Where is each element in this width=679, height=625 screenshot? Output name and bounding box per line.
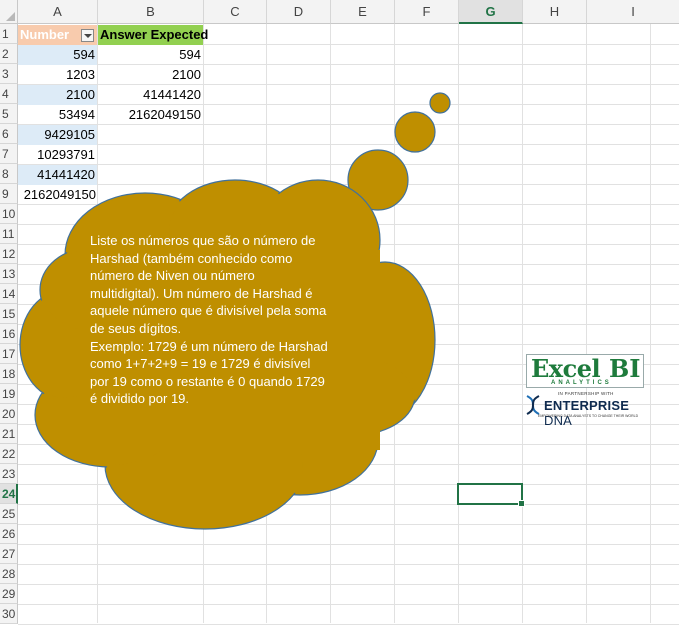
callout-line: Exemplo: 1729 é um número de Harshad <box>90 338 328 354</box>
logo-excel-text: Excel <box>531 354 601 383</box>
callout-line: número de Niven ou número <box>90 268 255 284</box>
callout-line: Harshad (também conhecido como <box>90 250 293 266</box>
callout-line: de seus dígitos. <box>90 320 182 336</box>
callout-line: por 19 como o restante é 0 quando 1729 <box>90 373 325 389</box>
logo-bi-text: BI <box>609 354 641 383</box>
dna-helix-icon <box>526 395 540 415</box>
excelbi-logo-box: Excel BI ANALYTICS <box>526 354 644 388</box>
excelbi-enterprise-dna-logo: Excel BI ANALYTICS IN PARTNERSHIP WITH E… <box>522 354 650 428</box>
callout-line: aquele número que é divisível pela soma <box>90 303 327 319</box>
bubble-shape <box>347 92 451 211</box>
callout-line: é dividido por 19. <box>90 391 190 407</box>
callout-line: Liste os números que são o número de <box>90 233 316 248</box>
logo-enterprise-text: ENTERPRISE DNA <box>544 398 630 428</box>
callout-text: Liste os números que são o número de Har… <box>90 232 350 408</box>
logo-analytics-text: ANALYTICS <box>551 380 612 386</box>
logo-tagline: EMPOWERING DATA ANALYSTS TO CHANGE THEIR… <box>538 414 639 418</box>
callout-line: multidigital). Um número de Harshad é <box>90 285 313 301</box>
logo-partner-text: IN PARTNERSHIP WITH <box>558 391 614 396</box>
callout-line: como 1+7+2+9 = 19 e 1729 é divisível <box>90 356 311 372</box>
